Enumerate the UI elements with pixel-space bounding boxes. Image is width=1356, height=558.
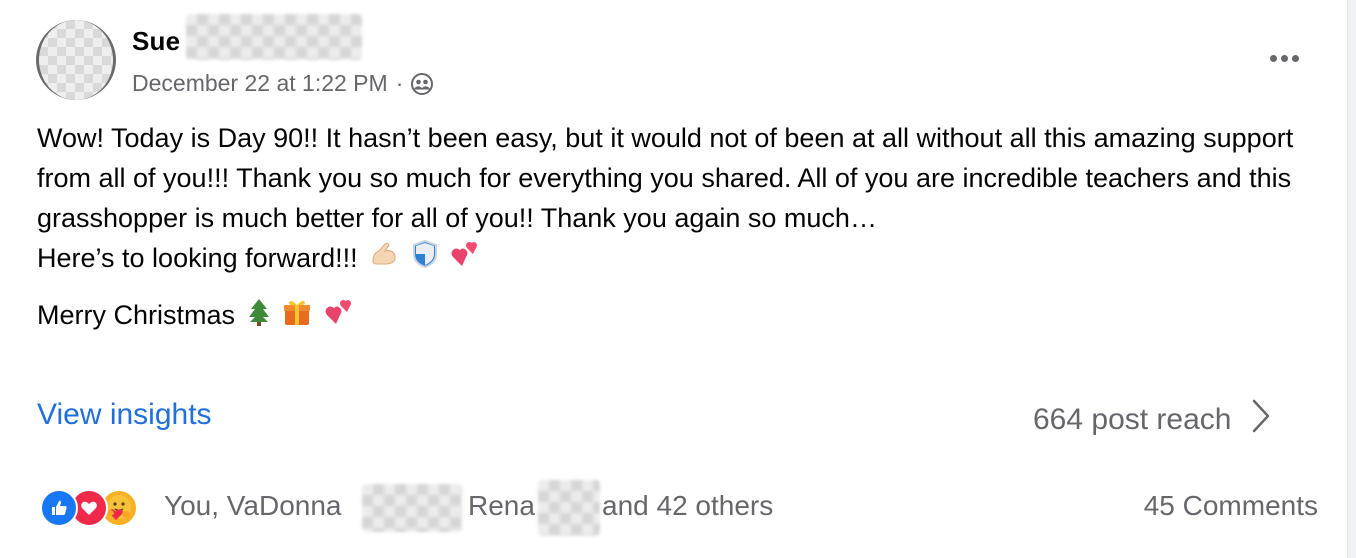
- view-insights-link[interactable]: View insights: [37, 398, 212, 432]
- post-timestamp[interactable]: December 22 at 1:22 PM: [132, 70, 388, 97]
- friends-icon[interactable]: [411, 72, 434, 95]
- reactor-names[interactable]: You, VaDonna: [164, 490, 342, 522]
- flexed-biceps-icon: [369, 239, 399, 280]
- author-name[interactable]: Sue: [132, 26, 180, 57]
- ellipsis-icon: [1269, 54, 1277, 62]
- reactor-others[interactable]: and 42 others: [602, 490, 773, 522]
- like-icon: [40, 489, 78, 527]
- post-paragraph-2: Here’s to looking forward!!!: [37, 238, 1327, 281]
- reactor-name-2[interactable]: Rena: [468, 490, 535, 522]
- reaction-icons[interactable]: [40, 488, 138, 528]
- post-meta: December 22 at 1:22 PM ·: [132, 70, 434, 97]
- meta-separator: ·: [395, 70, 404, 96]
- redacted-name: [538, 480, 600, 536]
- christmas-tree-icon: [247, 297, 271, 338]
- redacted-surname: [186, 14, 362, 60]
- two-hearts-icon: [450, 238, 482, 281]
- comments-count-button[interactable]: 45 Comments: [1144, 490, 1318, 522]
- post-line: Here’s to looking forward!!!: [37, 243, 358, 273]
- ellipsis-dot: [1291, 54, 1299, 62]
- post-line: Merry Christmas: [37, 300, 236, 331]
- post-reach-label: 664 post reach: [1033, 403, 1232, 436]
- chevron-right-icon: [1251, 398, 1271, 442]
- post-paragraph: Wow! Today is Day 90!! It hasn’t been ea…: [37, 123, 1294, 233]
- two-hearts-icon: [324, 296, 356, 339]
- redacted-name: [362, 484, 462, 532]
- scroll-edge: [1347, 0, 1356, 558]
- shield-icon: [411, 239, 439, 280]
- post-reach-button[interactable]: 664 post reach: [1033, 398, 1271, 442]
- more-options-button[interactable]: [1260, 44, 1308, 72]
- gift-icon: [282, 297, 312, 338]
- post-body: Wow! Today is Day 90!! It hasn’t been ea…: [37, 118, 1327, 339]
- post-paragraph-3: Merry Christmas: [37, 295, 1327, 338]
- avatar[interactable]: [36, 20, 116, 100]
- ellipsis-dot: [1280, 54, 1288, 62]
